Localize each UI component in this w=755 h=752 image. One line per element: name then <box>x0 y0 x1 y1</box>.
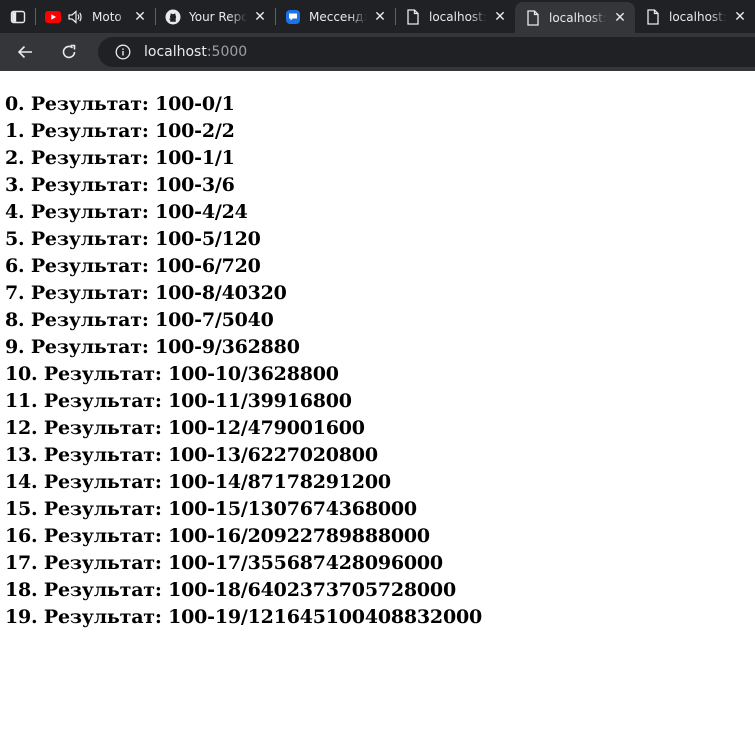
tab-title: localhost:5 <box>429 9 487 24</box>
result-line: 7. Результат: 100-8/40320 <box>5 282 287 304</box>
reload-button[interactable] <box>53 36 85 68</box>
address-bar[interactable]: localhost:5000 <box>98 37 755 67</box>
tab-separator <box>395 8 396 25</box>
result-line: 13. Результат: 100-13/6227020800 <box>5 444 378 466</box>
messenger-icon <box>285 9 301 25</box>
tab-title: Moto <box>92 9 122 24</box>
result-line: 11. Результат: 100-11/39916800 <box>5 390 352 412</box>
result-line: 0. Результат: 100-0/1 <box>5 93 235 115</box>
close-icon[interactable]: ✕ <box>373 10 387 24</box>
close-icon[interactable]: ✕ <box>733 10 747 24</box>
close-icon[interactable]: ✕ <box>613 11 627 25</box>
tab-messenger[interactable]: Мессендж ✕ <box>275 0 395 33</box>
tab-strip: Moto ✕ Your Repo ✕ Мессендж ✕ localhost:… <box>0 0 755 33</box>
browser-toolbar: localhost:5000 <box>0 33 755 71</box>
page-icon <box>405 8 421 25</box>
tab-youtube[interactable]: Moto ✕ <box>35 0 155 33</box>
result-line: 1. Результат: 100-2/2 <box>5 120 235 142</box>
close-icon[interactable]: ✕ <box>133 10 147 24</box>
result-line: 5. Результат: 100-5/120 <box>5 228 261 250</box>
result-line: 8. Результат: 100-7/5040 <box>5 309 274 331</box>
github-icon <box>165 9 181 25</box>
tab-separator <box>35 8 36 25</box>
tab-title: Your Repo <box>189 9 247 24</box>
tab-title: localhost:5 <box>669 9 727 24</box>
result-line: 14. Результат: 100-14/87178291200 <box>5 471 391 493</box>
result-line: 3. Результат: 100-3/6 <box>5 174 235 196</box>
results-list: 0. Результат: 100-0/1 1. Результат: 100-2… <box>5 91 755 631</box>
address-host: localhost <box>144 44 207 60</box>
result-line: 2. Результат: 100-1/1 <box>5 147 235 169</box>
back-button[interactable] <box>9 36 41 68</box>
tab-localhost-2[interactable]: localhost:5 ✕ <box>635 0 755 33</box>
page-icon <box>525 9 541 26</box>
result-line: 18. Результат: 100-18/6402373705728000 <box>5 579 456 601</box>
result-line: 4. Результат: 100-4/24 <box>5 201 248 223</box>
tab-separator <box>155 8 156 25</box>
tab-title: Мессендж <box>309 9 367 24</box>
page-content: 0. Результат: 100-0/1 1. Результат: 100-2… <box>0 71 755 752</box>
result-line: 10. Результат: 100-10/3628800 <box>5 363 339 385</box>
tab-actions-button[interactable] <box>0 0 35 33</box>
tab-github[interactable]: Your Repo ✕ <box>155 0 275 33</box>
tab-title: localhost:5 <box>549 10 607 25</box>
tab-localhost-active[interactable]: localhost:5 ✕ <box>515 2 635 33</box>
result-line: 16. Результат: 100-16/20922789888000 <box>5 525 430 547</box>
result-line: 9. Результат: 100-9/362880 <box>5 336 300 358</box>
result-line: 6. Результат: 100-6/720 <box>5 255 261 277</box>
page-icon <box>645 8 661 25</box>
result-line: 12. Результат: 100-12/479001600 <box>5 417 365 439</box>
youtube-icon <box>45 9 61 25</box>
address-url: localhost:5000 <box>144 44 247 60</box>
tab-separator <box>275 8 276 25</box>
close-icon[interactable]: ✕ <box>253 10 267 24</box>
speaker-icon[interactable] <box>67 9 83 25</box>
reload-icon <box>62 44 76 59</box>
address-port: :5000 <box>206 44 248 60</box>
result-line: 15. Результат: 100-15/1307674368000 <box>5 498 417 520</box>
result-line: 19. Результат: 100-19/121645100408832000 <box>5 606 483 628</box>
close-icon[interactable]: ✕ <box>493 10 507 24</box>
tab-localhost-1[interactable]: localhost:5 ✕ <box>395 0 515 33</box>
arrow-left-icon <box>17 45 32 59</box>
tab-actions-icon <box>10 10 25 23</box>
result-line: 17. Результат: 100-17/355687428096000 <box>5 552 443 574</box>
info-icon[interactable] <box>114 43 132 61</box>
